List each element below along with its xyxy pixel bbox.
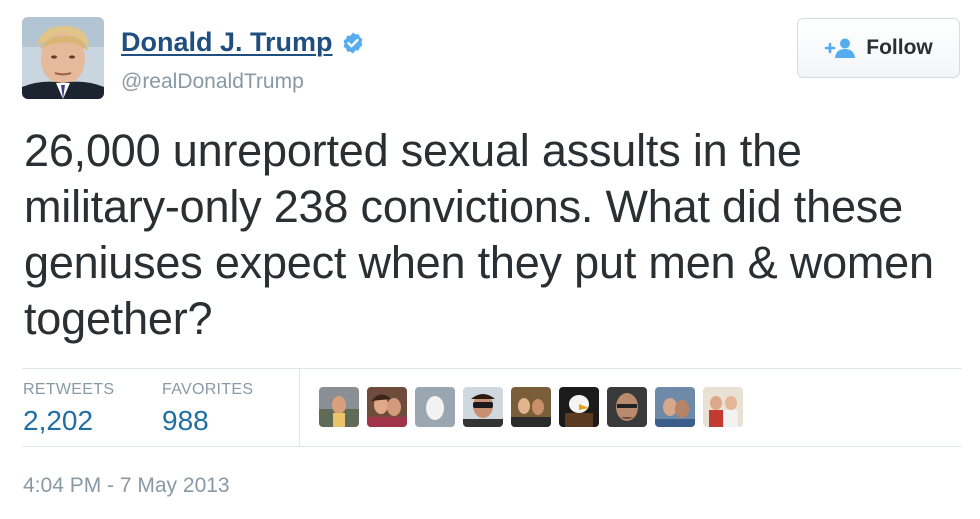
favoriter-avatar-8[interactable] <box>655 387 695 427</box>
follow-button[interactable]: Follow <box>797 18 960 78</box>
divider <box>299 369 300 446</box>
profile-avatar[interactable] <box>22 17 104 99</box>
favoriter-avatar-6[interactable] <box>559 387 599 427</box>
favoriter-avatar-4[interactable] <box>463 387 503 427</box>
divider <box>22 446 962 447</box>
favoriter-avatar-7[interactable] <box>607 387 647 427</box>
display-name-link[interactable]: Donald J. Trump <box>121 29 333 56</box>
favorites-stat[interactable]: FAVORITES 988 <box>162 381 253 437</box>
favoriter-avatar-1[interactable] <box>319 387 359 427</box>
favoriter-avatar-3[interactable] <box>415 387 455 427</box>
favoriters-list <box>319 387 743 427</box>
follow-label: Follow <box>866 36 933 59</box>
favoriter-avatar-2[interactable] <box>367 387 407 427</box>
favorites-count[interactable]: 988 <box>162 405 253 437</box>
verified-badge-icon <box>341 31 365 55</box>
user-handle[interactable]: @realDonaldTrump <box>121 70 304 94</box>
favoriter-avatar-5[interactable] <box>511 387 551 427</box>
divider <box>22 368 962 369</box>
tweet-timestamp[interactable]: 4:04 PM - 7 May 2013 <box>23 474 230 498</box>
add-user-icon <box>824 37 856 59</box>
tweet-text: 26,000 unreported sexual assults in the … <box>24 125 934 344</box>
retweets-count[interactable]: 2,202 <box>23 405 114 437</box>
favoriter-avatar-9[interactable] <box>703 387 743 427</box>
tweet-card: Donald J. Trump @realDonaldTrump Follow … <box>0 0 980 519</box>
retweets-stat[interactable]: RETWEETS 2,202 <box>23 381 114 437</box>
name-row: Donald J. Trump <box>121 29 365 56</box>
favorites-label: FAVORITES <box>162 381 254 398</box>
retweets-label: RETWEETS <box>23 381 115 398</box>
